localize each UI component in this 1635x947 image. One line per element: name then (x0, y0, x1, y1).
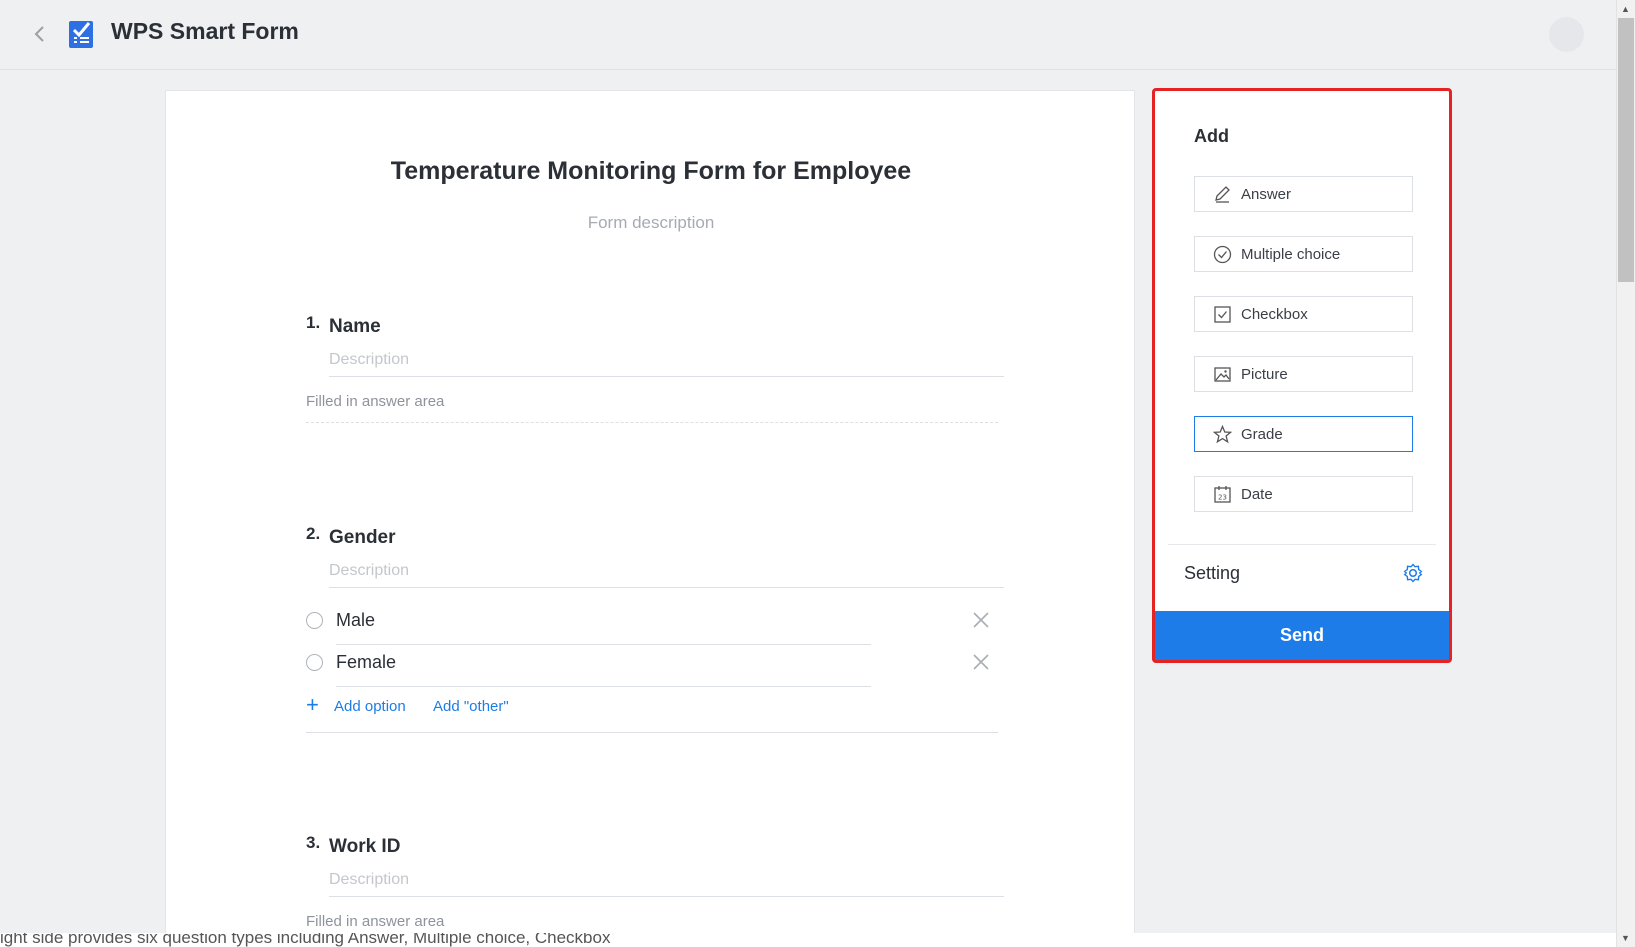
question-work-id[interactable]: 3. Work ID Description Filled in answer … (306, 833, 1006, 947)
gear-icon[interactable] (1402, 562, 1424, 584)
form-title[interactable]: Temperature Monitoring Form for Employee (166, 157, 1136, 186)
panel-divider (1168, 544, 1436, 545)
option-row: Male (306, 604, 998, 646)
check-circle-icon (1213, 245, 1232, 264)
app-title: WPS Smart Form (111, 18, 299, 44)
svg-text:23: 23 (1218, 494, 1227, 502)
option-label-input[interactable]: Male (336, 604, 871, 645)
add-multiple-choice-label: Multiple choice (1241, 246, 1341, 263)
question-gender[interactable]: 2. Gender Description Male Female + Add … (306, 524, 1006, 744)
add-question-panel: Add Answer Multiple choice Checkbox Pict… (1152, 88, 1452, 663)
calendar-icon: 23 (1213, 485, 1232, 504)
question-title[interactable]: Work ID (329, 836, 400, 858)
app-logo-icon (68, 19, 94, 49)
add-date-label: Date (1241, 486, 1273, 503)
add-grade-label: Grade (1241, 426, 1283, 443)
caption-text: ight side provides six question types in… (0, 933, 1616, 947)
delete-option-close-icon[interactable] (971, 610, 991, 630)
add-option-row: + Add option Add "other" (306, 694, 998, 733)
send-button[interactable]: Send (1155, 611, 1449, 660)
option-label-input[interactable]: Female (336, 646, 871, 687)
checkbox-icon (1213, 305, 1232, 324)
pencil-icon (1213, 185, 1232, 204)
add-multiple-choice-button[interactable]: Multiple choice (1194, 236, 1413, 272)
question-description-field[interactable]: Description (329, 347, 1004, 377)
add-date-button[interactable]: 23 Date (1194, 476, 1413, 512)
back-arrow-icon[interactable] (28, 22, 52, 46)
top-header: WPS Smart Form (0, 0, 1616, 70)
user-avatar[interactable] (1549, 17, 1584, 52)
add-option-link[interactable]: Add option (334, 698, 406, 715)
add-checkbox-button[interactable]: Checkbox (1194, 296, 1413, 332)
scroll-thumb[interactable] (1618, 18, 1634, 282)
add-picture-button[interactable]: Picture (1194, 356, 1413, 392)
question-description-field[interactable]: Description (329, 558, 1004, 588)
setting-row[interactable]: Setting (1155, 546, 1449, 602)
form-description[interactable]: Form description (166, 213, 1136, 233)
add-heading: Add (1194, 126, 1229, 146)
option-row: Female (306, 646, 998, 688)
vertical-scrollbar[interactable]: ▲ ▼ (1616, 0, 1635, 947)
app-window: WPS Smart Form ▲ ▼ Temperature Monitorin… (0, 0, 1635, 947)
answer-area-hint: Filled in answer area (306, 393, 998, 423)
add-answer-button[interactable]: Answer (1194, 176, 1413, 212)
image-icon (1213, 365, 1232, 384)
scroll-up-arrow-icon[interactable]: ▲ (1621, 4, 1630, 14)
form-editor-card: Temperature Monitoring Form for Employee… (165, 90, 1135, 947)
star-icon (1212, 424, 1233, 444)
question-title[interactable]: Name (329, 316, 381, 338)
question-title[interactable]: Gender (329, 527, 396, 549)
setting-label: Setting (1184, 563, 1241, 583)
scroll-down-arrow-icon[interactable]: ▼ (1621, 933, 1630, 943)
add-checkbox-label: Checkbox (1241, 306, 1308, 323)
radio-circle-icon (306, 612, 323, 629)
question-description-field[interactable]: Description (329, 867, 1004, 897)
add-grade-button[interactable]: Grade (1194, 416, 1413, 452)
question-number: 2. (306, 524, 321, 543)
question-number: 1. (306, 313, 321, 332)
question-name[interactable]: 1. Name Description Filled in answer are… (306, 313, 1006, 433)
delete-option-close-icon[interactable] (971, 652, 991, 672)
add-answer-label: Answer (1241, 186, 1292, 203)
plus-icon[interactable]: + (306, 694, 319, 716)
add-picture-label: Picture (1241, 366, 1288, 383)
question-number: 3. (306, 833, 321, 852)
add-other-link[interactable]: Add "other" (433, 698, 509, 715)
radio-circle-icon (306, 654, 323, 671)
